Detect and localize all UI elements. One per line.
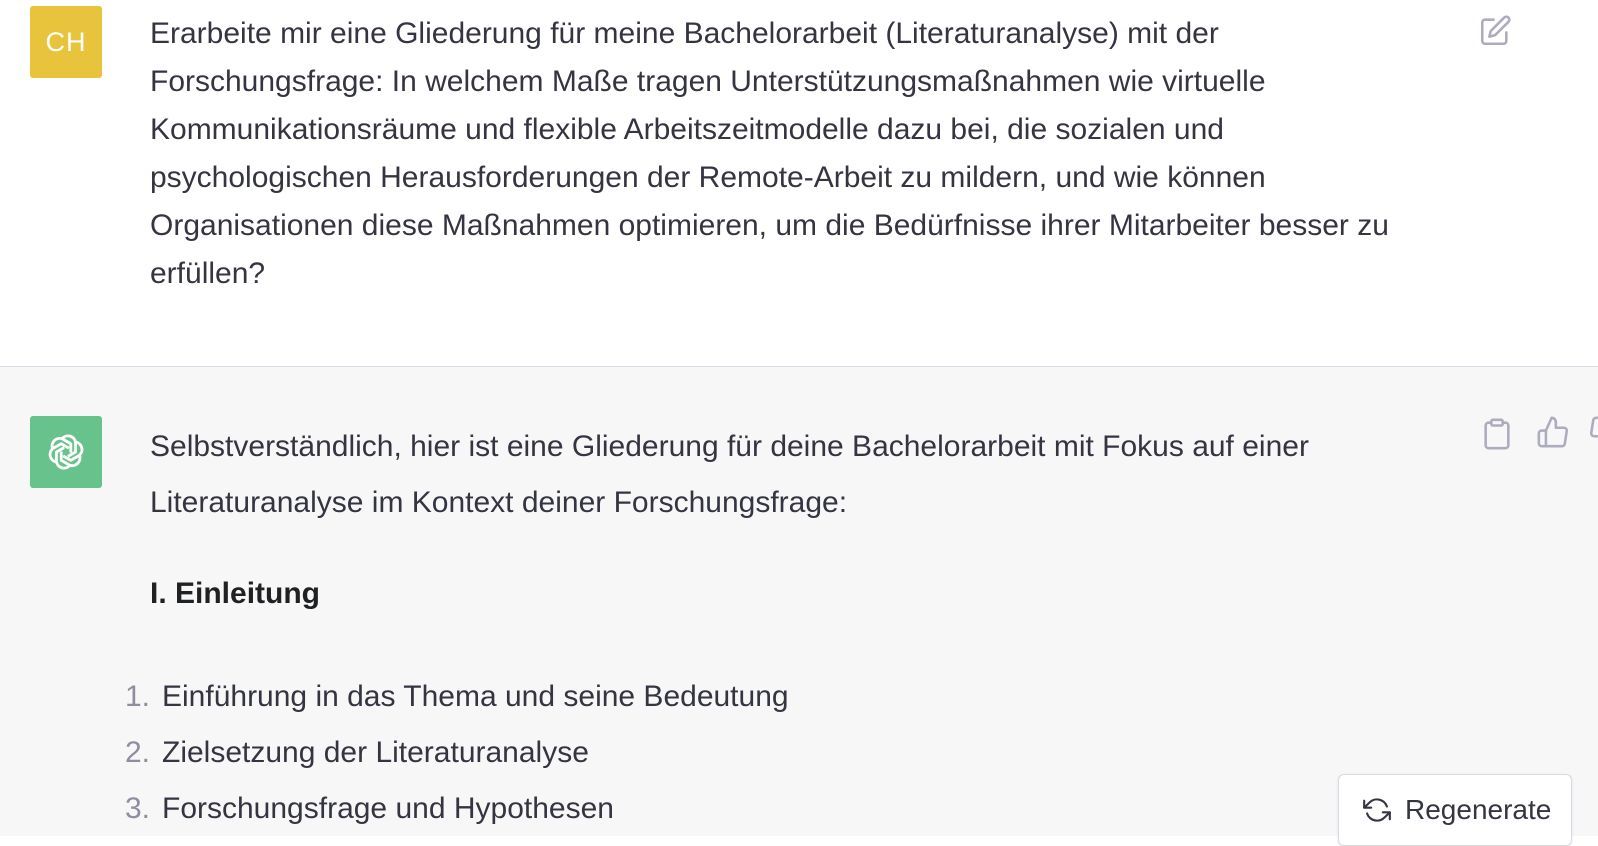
user-avatar: CH [30, 6, 102, 78]
user-message-text: Erarbeite mir eine Gliederung für meine … [150, 17, 1389, 290]
thumbs-up-icon[interactable] [1536, 415, 1570, 449]
assistant-message: Selbstverständlich, hier ist eine Gliede… [0, 367, 1598, 836]
assistant-avatar [30, 416, 102, 488]
outline-list: 1. Einführung in das Thema und seine Bed… [110, 669, 789, 837]
copy-icon[interactable] [1480, 417, 1514, 451]
user-message: CH Erarbeite mir eine Gliederung für mei… [0, 0, 1598, 367]
list-item: 2. Zielsetzung der Literaturanalyse [110, 725, 789, 781]
list-item-text: Einführung in das Thema und seine Bedeut… [162, 680, 789, 713]
list-item-number: 3. [124, 792, 150, 825]
refresh-icon [1363, 798, 1391, 822]
edit-icon[interactable] [1478, 14, 1512, 48]
list-item-number: 2. [124, 736, 150, 769]
section-heading: I. Einleitung [150, 577, 320, 610]
list-item: 3. Forschungsfrage und Hypothesen [110, 781, 789, 837]
thumbs-down-icon[interactable] [1588, 415, 1598, 449]
list-item: 1. Einführung in das Thema und seine Bed… [110, 669, 789, 725]
openai-logo-icon [48, 434, 84, 470]
list-item-text: Zielsetzung der Literaturanalyse [162, 736, 589, 769]
assistant-intro-text: Selbstverständlich, hier ist eine Gliede… [150, 430, 1309, 519]
regenerate-label: Regenerate [1405, 794, 1552, 825]
list-item-text: Forschungsfrage und Hypothesen [162, 792, 614, 825]
regenerate-button[interactable]: Regenerate [1338, 774, 1572, 846]
list-item-number: 1. [124, 680, 150, 713]
